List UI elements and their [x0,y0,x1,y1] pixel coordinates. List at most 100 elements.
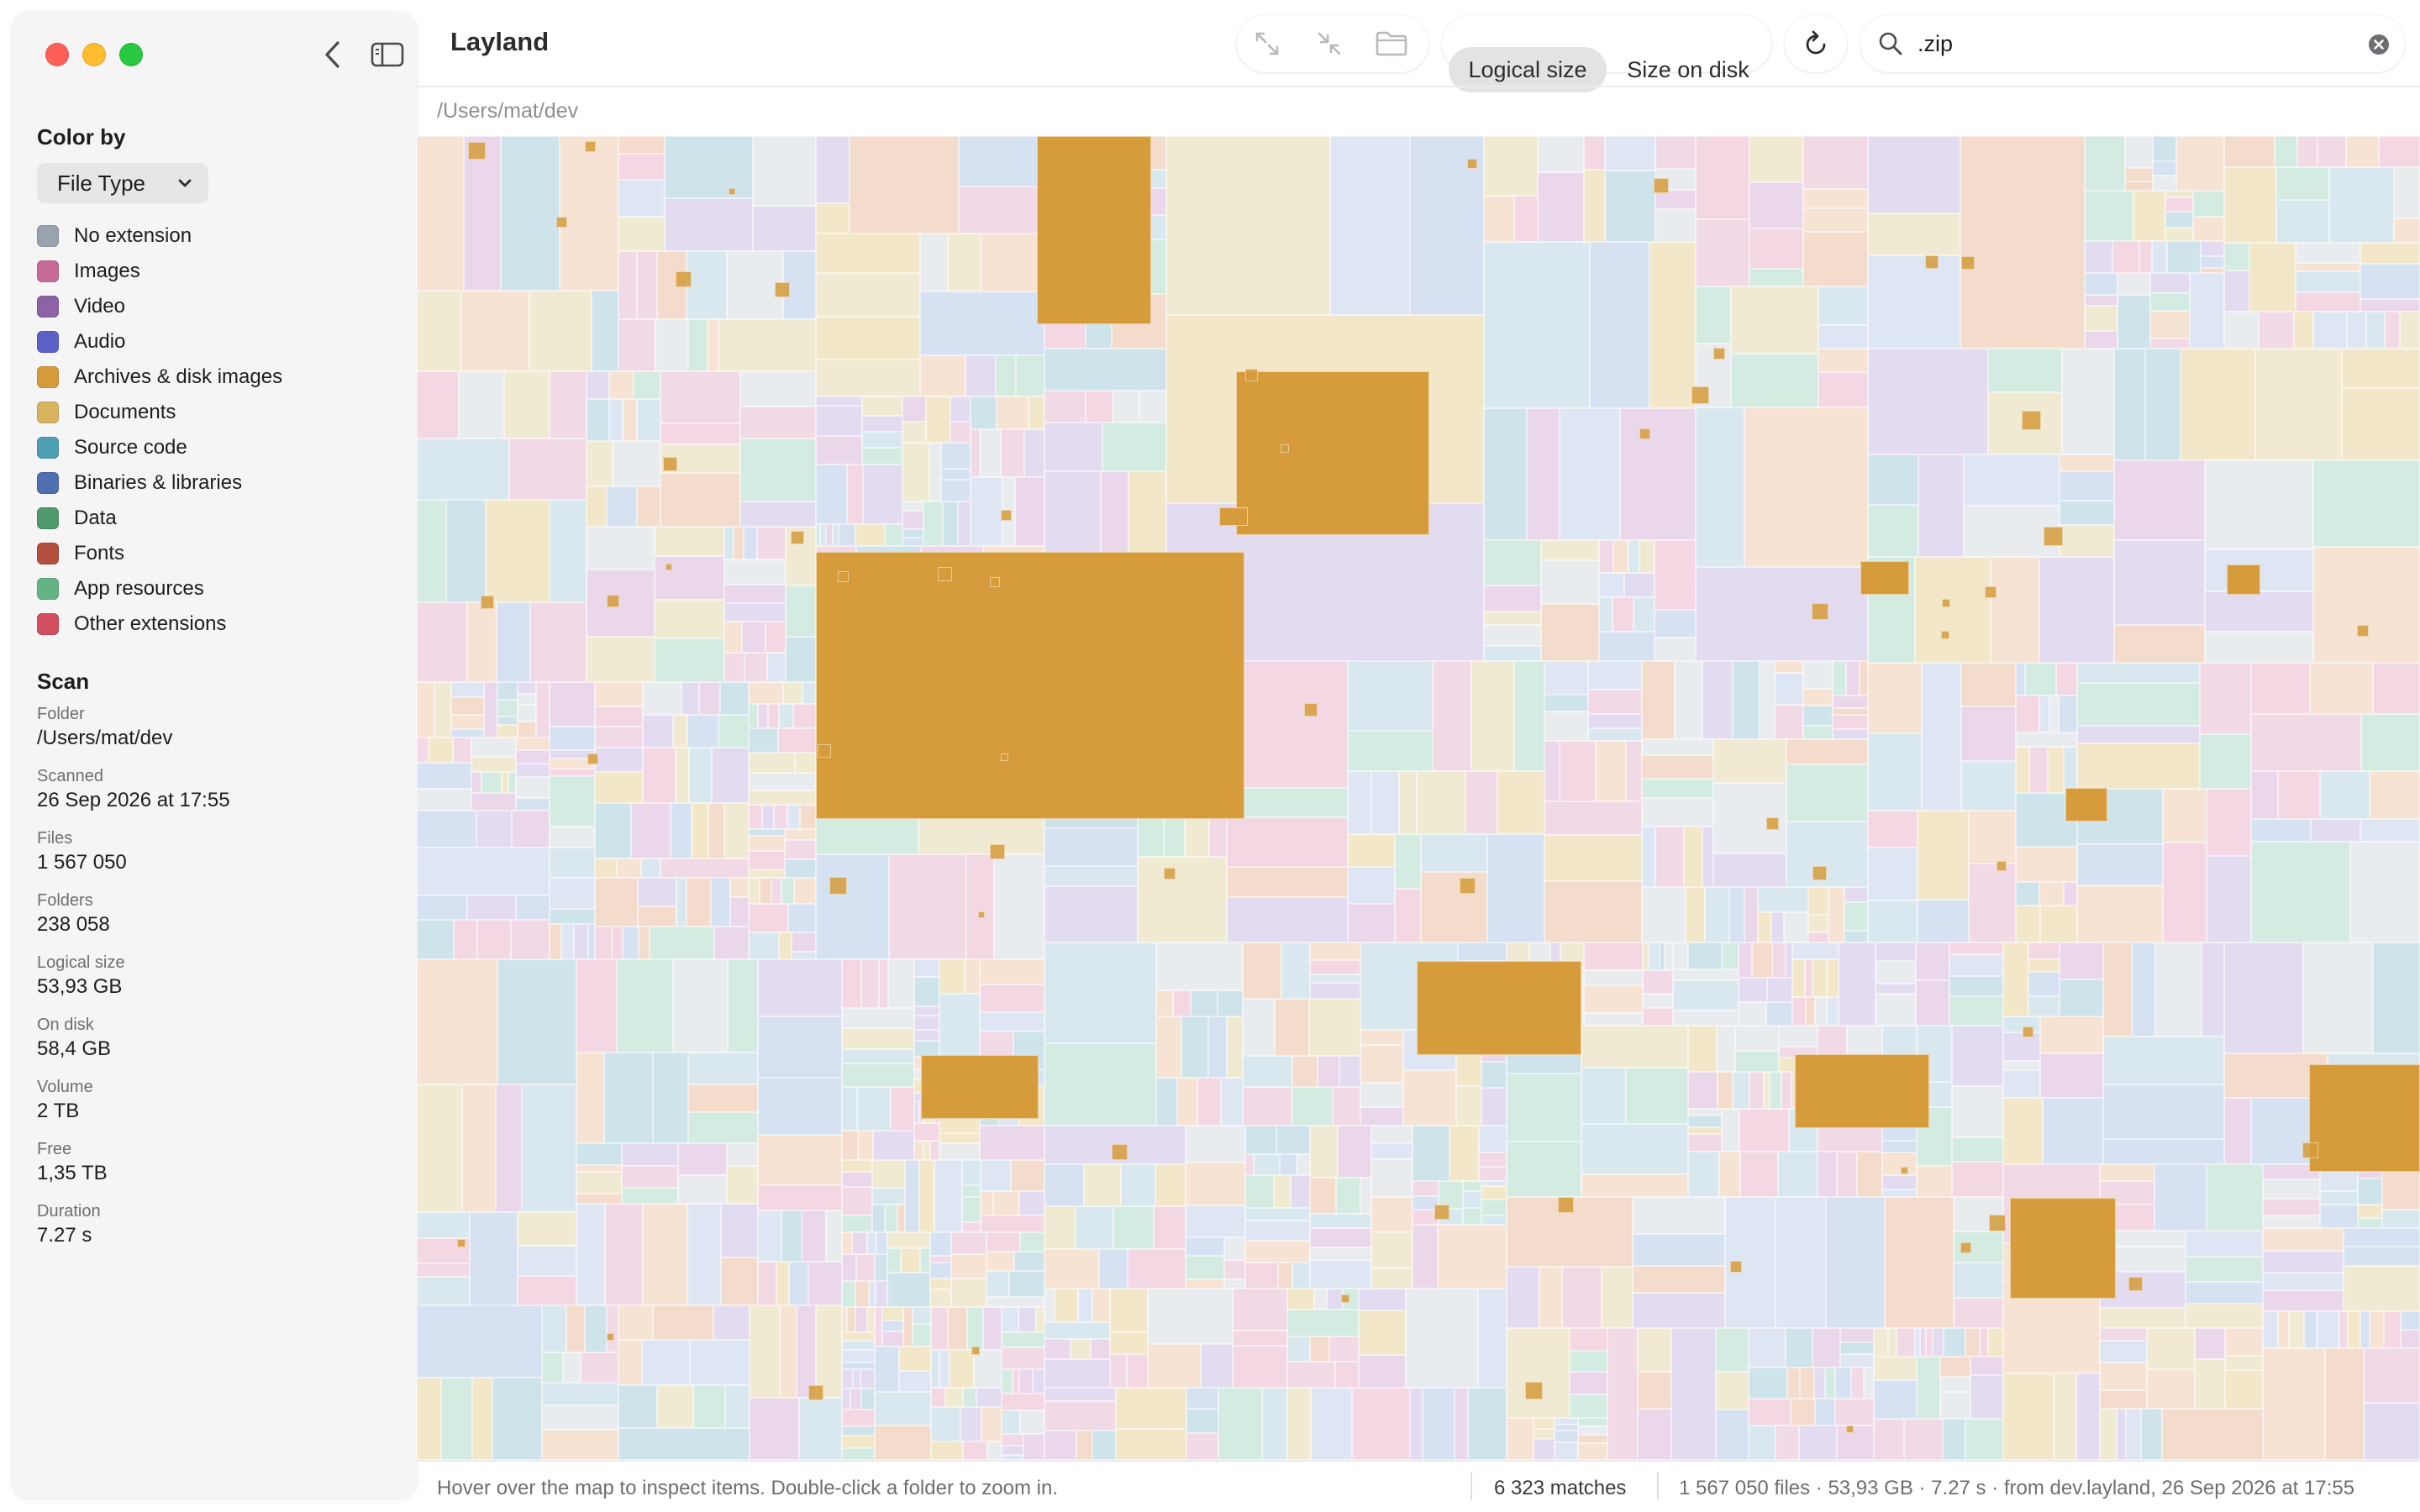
treemap-tile[interactable] [1156,942,1243,990]
treemap-tile[interactable] [887,1232,930,1248]
treemap-tile[interactable] [613,441,660,486]
treemap-tile[interactable] [2360,1311,2370,1348]
treemap-tile[interactable] [816,465,847,524]
treemap-tile[interactable] [1197,1078,1221,1126]
treemap-tile[interactable] [1002,1434,1023,1446]
treemap-tile[interactable] [518,1246,576,1276]
treemap-tile[interactable] [587,753,598,764]
treemap-tile[interactable] [963,1441,987,1460]
treemap-tile[interactable] [1775,705,1803,739]
treemap-tile[interactable] [724,803,749,858]
treemap-tile[interactable] [1460,878,1476,894]
treemap-tile[interactable] [638,906,676,927]
treemap-tile[interactable] [930,1289,951,1307]
treemap-tile[interactable] [2224,312,2259,349]
treemap-tile[interactable] [2003,942,2028,1016]
treemap-tile[interactable] [1818,286,1868,325]
treemap-tile[interactable] [789,1262,808,1305]
treemap-tile[interactable] [1767,978,1792,1002]
treemap-tile[interactable] [1484,625,1541,646]
treemap-tile[interactable] [1555,1425,1578,1431]
treemap-tile[interactable] [1243,1056,1292,1087]
treemap-tile[interactable] [721,1257,758,1305]
treemap-tile[interactable] [786,637,816,682]
treemap-tile[interactable] [550,727,595,750]
treemap-tile[interactable] [595,706,643,727]
treemap-tile[interactable] [497,682,518,700]
treemap-tile[interactable] [2153,161,2176,176]
treemap-tile[interactable] [1812,1328,1840,1368]
treemap-tile[interactable] [1588,728,1642,741]
treemap-tile[interactable] [2251,771,2278,819]
treemap-tile[interactable] [1828,887,1844,942]
treemap-tile[interactable] [2150,339,2190,349]
treemap-tile[interactable] [1044,942,1156,1043]
treemap-tile[interactable] [585,141,596,152]
treemap-tile[interactable] [749,728,778,753]
treemap-tile[interactable] [1941,631,1949,639]
treemap-tile[interactable] [725,1385,750,1428]
treemap-tile[interactable] [1827,959,1839,997]
treemap-tile[interactable] [542,1383,618,1405]
treemap-tile[interactable] [1688,1072,1718,1109]
treemap-tile[interactable] [945,1388,963,1407]
treemap-tile[interactable] [690,1340,750,1385]
treemap-tile[interactable] [1749,1368,1787,1399]
treemap-tile[interactable] [885,524,902,546]
treemap-tile[interactable] [1868,900,1918,942]
treemap-tile[interactable] [855,1307,867,1332]
treemap-tile[interactable] [1626,1068,1688,1124]
treemap-tile[interactable] [1733,1072,1749,1109]
treemap-tile[interactable] [2060,471,2114,501]
treemap-tile[interactable] [1071,1339,1091,1359]
treemap-tile[interactable] [1186,1163,1245,1205]
refresh-button[interactable] [1785,15,1847,72]
treemap-tile[interactable] [1961,256,1975,270]
treemap-tile[interactable] [1310,1247,1371,1260]
treemap-tile[interactable] [1467,159,1477,169]
treemap-tile[interactable] [2060,525,2114,557]
treemap-tile[interactable] [1803,136,1868,189]
treemap-tile[interactable] [1758,912,1771,942]
treemap-tile[interactable] [882,1307,903,1320]
treemap-tile[interactable] [497,700,518,717]
treemap-tile[interactable] [971,396,997,429]
treemap-tile[interactable] [1164,868,1176,879]
treemap-tile[interactable] [1463,1208,1481,1225]
treemap-tile[interactable] [842,1436,875,1448]
treemap-tile[interactable] [2190,273,2224,349]
treemap-tile[interactable] [1186,1205,1245,1237]
treemap-tile[interactable] [595,748,643,772]
treemap-tile[interactable] [1224,1260,1245,1279]
treemap-tile[interactable] [802,682,816,704]
treemap-tile[interactable] [595,878,638,927]
treemap-tile[interactable] [2133,191,2165,241]
treemap-tile[interactable] [816,273,920,317]
treemap-tile[interactable] [2186,1282,2263,1304]
treemap-tile[interactable] [781,878,794,904]
treemap-tile[interactable] [2225,1328,2263,1356]
treemap-tile[interactable] [2145,349,2181,460]
treemap-tile[interactable] [2344,1228,2420,1247]
treemap-tile[interactable] [842,1332,875,1341]
treemap-tile[interactable] [588,924,595,959]
treemap-tile[interactable] [1581,1026,1688,1068]
treemap-tile[interactable] [451,682,484,697]
treemap-tile[interactable] [1835,1368,1851,1399]
treemap-tile[interactable] [1458,942,1507,961]
treemap-tile[interactable] [2103,1139,2224,1164]
treemap-tile[interactable] [2016,663,2025,696]
treemap-tile[interactable] [875,1254,887,1281]
treemap-tile[interactable] [816,203,850,234]
treemap-tile[interactable] [2227,564,2260,595]
treemap-tile[interactable] [774,805,787,829]
treemap-tile[interactable] [1954,1298,2003,1328]
treemap-tile[interactable] [497,602,530,682]
treemap-tile[interactable] [618,217,665,251]
treemap-tile[interactable] [749,869,785,878]
treemap-tile[interactable] [1110,1354,1127,1388]
treemap-tile[interactable] [742,622,765,653]
treemap-tile[interactable] [1002,1369,1013,1394]
treemap-tile[interactable] [1304,703,1318,717]
treemap-tile[interactable] [2364,1403,2420,1460]
